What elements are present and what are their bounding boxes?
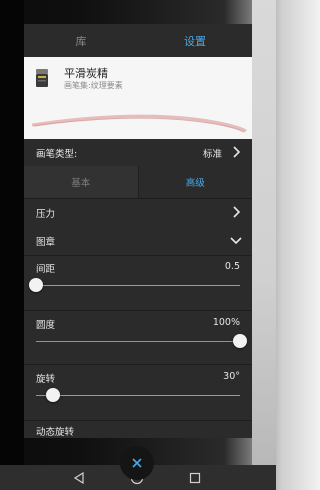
spacing-value: 0.5 (224, 261, 240, 272)
nav-recents-button[interactable] (186, 469, 204, 487)
brush-type-value: 标准 (202, 148, 222, 160)
background-left (0, 0, 24, 465)
spacing-slider[interactable] (29, 278, 240, 292)
panel-tabs: 库 设置 (24, 24, 252, 57)
tab-basic[interactable]: 基本 (24, 166, 138, 198)
tab-advanced[interactable]: 高级 (137, 166, 252, 198)
brush-name: 平滑炭精 (64, 67, 108, 80)
roundness-value: 100% (212, 317, 240, 328)
close-icon (132, 458, 142, 468)
chevron-right-icon (233, 206, 241, 218)
brush-tool-icon (36, 69, 48, 87)
rotation-slider-thumb[interactable] (45, 388, 60, 402)
roundness-label: 圆度 (36, 320, 56, 331)
brush-stroke-preview (31, 114, 247, 133)
divider (24, 420, 252, 421)
dynamic-rotation-row[interactable]: 动态旋转 (24, 424, 252, 438)
stamp-row[interactable]: 图章 (24, 228, 252, 254)
roundness-slider[interactable] (36, 334, 247, 348)
roundness-slider-fill (36, 341, 240, 342)
pressure-row[interactable]: 压力 (24, 200, 252, 226)
rotation-slider-block: 旋转 30° (24, 365, 252, 420)
chevron-down-icon (230, 237, 242, 245)
rotation-slider[interactable] (36, 388, 240, 402)
chevron-right-icon (233, 146, 241, 158)
brush-type-label: 画笔类型: (36, 148, 78, 160)
brush-set-label: 画笔集:纹理要素 (64, 81, 123, 90)
recents-square-icon (189, 472, 201, 484)
rotation-value: 30° (223, 371, 240, 382)
mode-tabs: 基本 高级 (24, 166, 252, 198)
stamp-label: 图章 (36, 237, 56, 248)
background-right (252, 0, 276, 465)
spacing-slider-thumb[interactable] (29, 278, 43, 292)
roundness-slider-thumb[interactable] (233, 334, 247, 348)
brush-type-row[interactable]: 画笔类型: 标准 (24, 139, 252, 166)
dynamic-rotation-label: 动态旋转 (36, 427, 75, 438)
pressure-label: 压力 (36, 209, 56, 220)
tab-library[interactable]: 库 (24, 24, 138, 57)
divider (24, 198, 252, 199)
roundness-slider-block: 圆度 100% (24, 311, 252, 366)
tab-settings[interactable]: 设置 (138, 24, 252, 57)
nav-back-button[interactable] (70, 469, 88, 487)
brush-preview-card[interactable]: 平滑炭精 画笔集:纹理要素 (24, 57, 252, 139)
spacing-label: 间距 (36, 264, 56, 275)
brush-settings-panel: 库 设置 平滑炭精 画笔集:纹理要素 画笔类型: 标准 基本 高级 压力 图章 … (24, 24, 252, 438)
spacing-slider-block: 间距 0.5 (24, 256, 252, 306)
back-triangle-icon (73, 472, 84, 484)
close-button[interactable] (120, 446, 154, 480)
rotation-label: 旋转 (36, 374, 56, 385)
